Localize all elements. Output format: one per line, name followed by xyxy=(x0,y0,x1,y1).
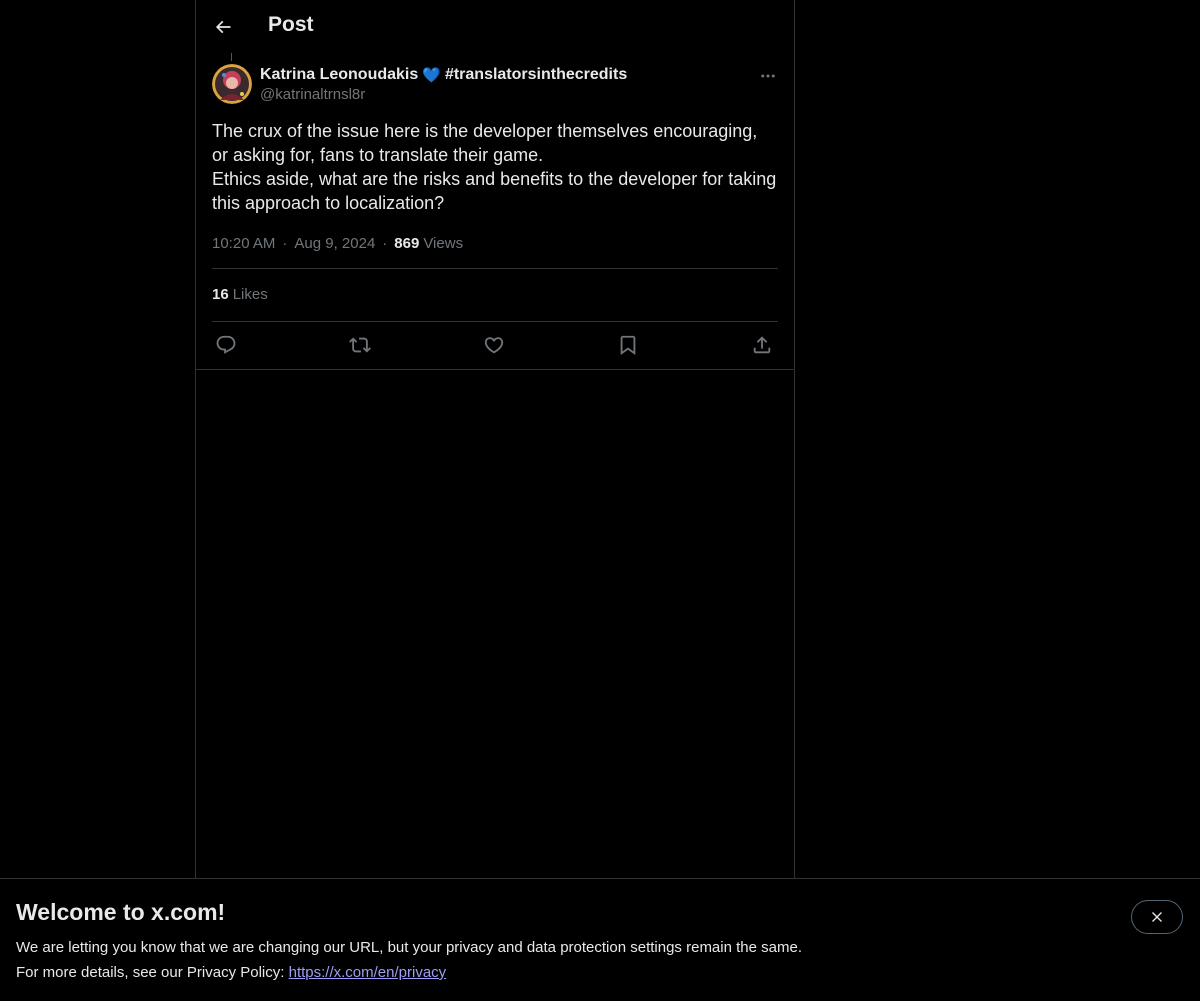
divider xyxy=(212,321,778,322)
author-avatar[interactable] xyxy=(212,64,252,104)
heart-icon xyxy=(484,337,504,354)
share-button[interactable] xyxy=(748,332,776,358)
action-bar xyxy=(212,332,778,358)
likes-count: 16 xyxy=(212,286,229,303)
views-label: Views xyxy=(423,234,464,252)
reply-icon xyxy=(216,335,236,354)
author-info: Katrina Leonoudakis 💙 #translatorsinthec… xyxy=(260,64,627,103)
banner-body: We are letting you know that we are chan… xyxy=(16,935,802,985)
repost-icon xyxy=(349,337,371,353)
avatar-image xyxy=(212,64,252,104)
banner-text-line2: For more details, see our Privacy Policy… xyxy=(16,960,802,985)
meta-separator: · xyxy=(282,234,288,252)
privacy-policy-link[interactable]: https://x.com/en/privacy xyxy=(289,964,447,981)
more-icon xyxy=(761,74,775,78)
repost-button[interactable] xyxy=(346,332,374,358)
welcome-banner: Welcome to x.com! We are letting you kno… xyxy=(0,878,1200,1001)
tweet-paragraph: The crux of the issue here is the develo… xyxy=(212,121,758,165)
close-icon xyxy=(1152,912,1162,922)
close-banner-button[interactable] xyxy=(1131,900,1183,934)
divider xyxy=(196,369,794,370)
author-name[interactable]: Katrina Leonoudakis xyxy=(260,66,418,84)
tweet-paragraph: Ethics aside, what are the risks and ben… xyxy=(212,169,777,213)
arrow-left-icon xyxy=(215,20,231,34)
banner-text: We are letting you know that we are chan… xyxy=(16,939,802,956)
tweet-time[interactable]: 10:20 AM xyxy=(212,235,275,252)
reply-button[interactable] xyxy=(212,332,240,358)
bookmark-button[interactable] xyxy=(614,332,642,358)
author-hashtag[interactable]: #translatorsinthecredits xyxy=(445,66,627,84)
more-options-button[interactable] xyxy=(756,66,780,86)
blue-heart-icon: 💙 xyxy=(422,67,441,84)
likes-label: Likes xyxy=(232,286,268,303)
tweet-date[interactable]: Aug 9, 2024 xyxy=(294,235,375,252)
views-count: 869 xyxy=(394,234,420,252)
banner-title: Welcome to x.com! xyxy=(16,899,226,925)
share-icon xyxy=(753,336,771,354)
thread-connector xyxy=(231,53,232,61)
divider xyxy=(212,268,778,269)
post-header: Post xyxy=(196,0,794,53)
author-handle[interactable]: @katrinaltrnsl8r xyxy=(260,86,627,103)
bookmark-icon xyxy=(620,335,636,356)
page-title: Post xyxy=(268,13,314,36)
banner-text-prefix: For more details, see our Privacy Policy… xyxy=(16,964,285,981)
tweet-meta: 10:20 AM · Aug 9, 2024 · 869 Views xyxy=(212,233,778,253)
tweet-text: The crux of the issue here is the develo… xyxy=(212,119,778,215)
like-button[interactable] xyxy=(480,332,508,358)
likes-link[interactable]: 16 Likes xyxy=(212,286,268,303)
back-button[interactable] xyxy=(206,10,240,44)
post-column: Post Katrina Leonoudakis 💙 #translatorsi… xyxy=(195,0,795,878)
meta-separator: · xyxy=(382,234,388,252)
